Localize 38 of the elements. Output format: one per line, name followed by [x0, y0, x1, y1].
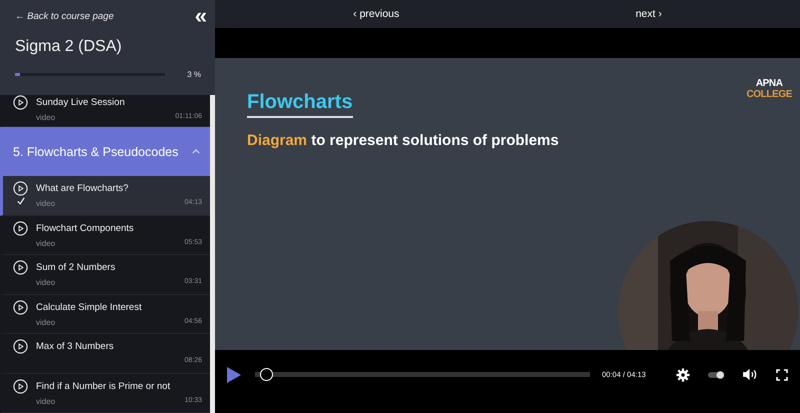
lesson-title: Sum of 2 Numbers	[36, 262, 116, 273]
lesson-title: What are Flowcharts?	[36, 183, 130, 194]
lesson-type: video	[36, 199, 56, 208]
progress-percent: 3 %	[187, 70, 201, 79]
previous-link[interactable]: ‹ previous	[353, 8, 400, 20]
collapse-button[interactable]: «	[192, 8, 209, 24]
lesson-title: Flowchart Components	[36, 222, 135, 234]
lesson-title: Sunday Live Session	[36, 97, 126, 108]
lesson-title: Calculate Simple Interest	[36, 302, 143, 312]
lesson-type: video	[36, 396, 56, 406]
play-circle-icon	[13, 378, 28, 394]
lesson-type: video	[36, 278, 56, 287]
play-circle-icon	[13, 220, 28, 236]
volume-icon[interactable]	[742, 368, 758, 381]
settings-icon[interactable]	[676, 368, 690, 382]
play-circle-icon	[13, 339, 28, 354]
section-title: 5. Flowcharts & Pseudocodes	[13, 144, 178, 158]
next-link[interactable]: next ›	[636, 8, 662, 20]
lesson-type: video	[36, 318, 56, 326]
seek-thumb[interactable]	[260, 368, 274, 381]
section-header[interactable]: 5. Flowcharts & Pseudocodes	[0, 127, 210, 176]
lesson-type: video	[36, 113, 56, 122]
toggle-icon[interactable]	[708, 370, 725, 380]
slide-heading: Flowcharts	[247, 91, 353, 118]
scrollbar[interactable]	[210, 95, 215, 413]
logo: APNA COLLEGE	[746, 78, 792, 100]
lesson-title: Max of 3 Numbers	[36, 341, 115, 352]
fullscreen-icon[interactable]	[776, 368, 788, 380]
lesson-type: video	[36, 238, 56, 248]
slide-subtitle: Diagram to represent solutions of problems	[247, 132, 560, 149]
lesson-title: Find if a Number is Prime or not	[36, 380, 172, 392]
back-link[interactable]: ← Back to course page	[15, 10, 114, 22]
course-title: Sigma 2 (DSA)	[15, 38, 123, 56]
play-circle-icon	[13, 181, 28, 196]
play-icon[interactable]	[227, 366, 241, 382]
play-circle-icon	[13, 300, 28, 314]
play-circle-icon	[13, 260, 28, 275]
play-circle-icon	[13, 95, 28, 110]
